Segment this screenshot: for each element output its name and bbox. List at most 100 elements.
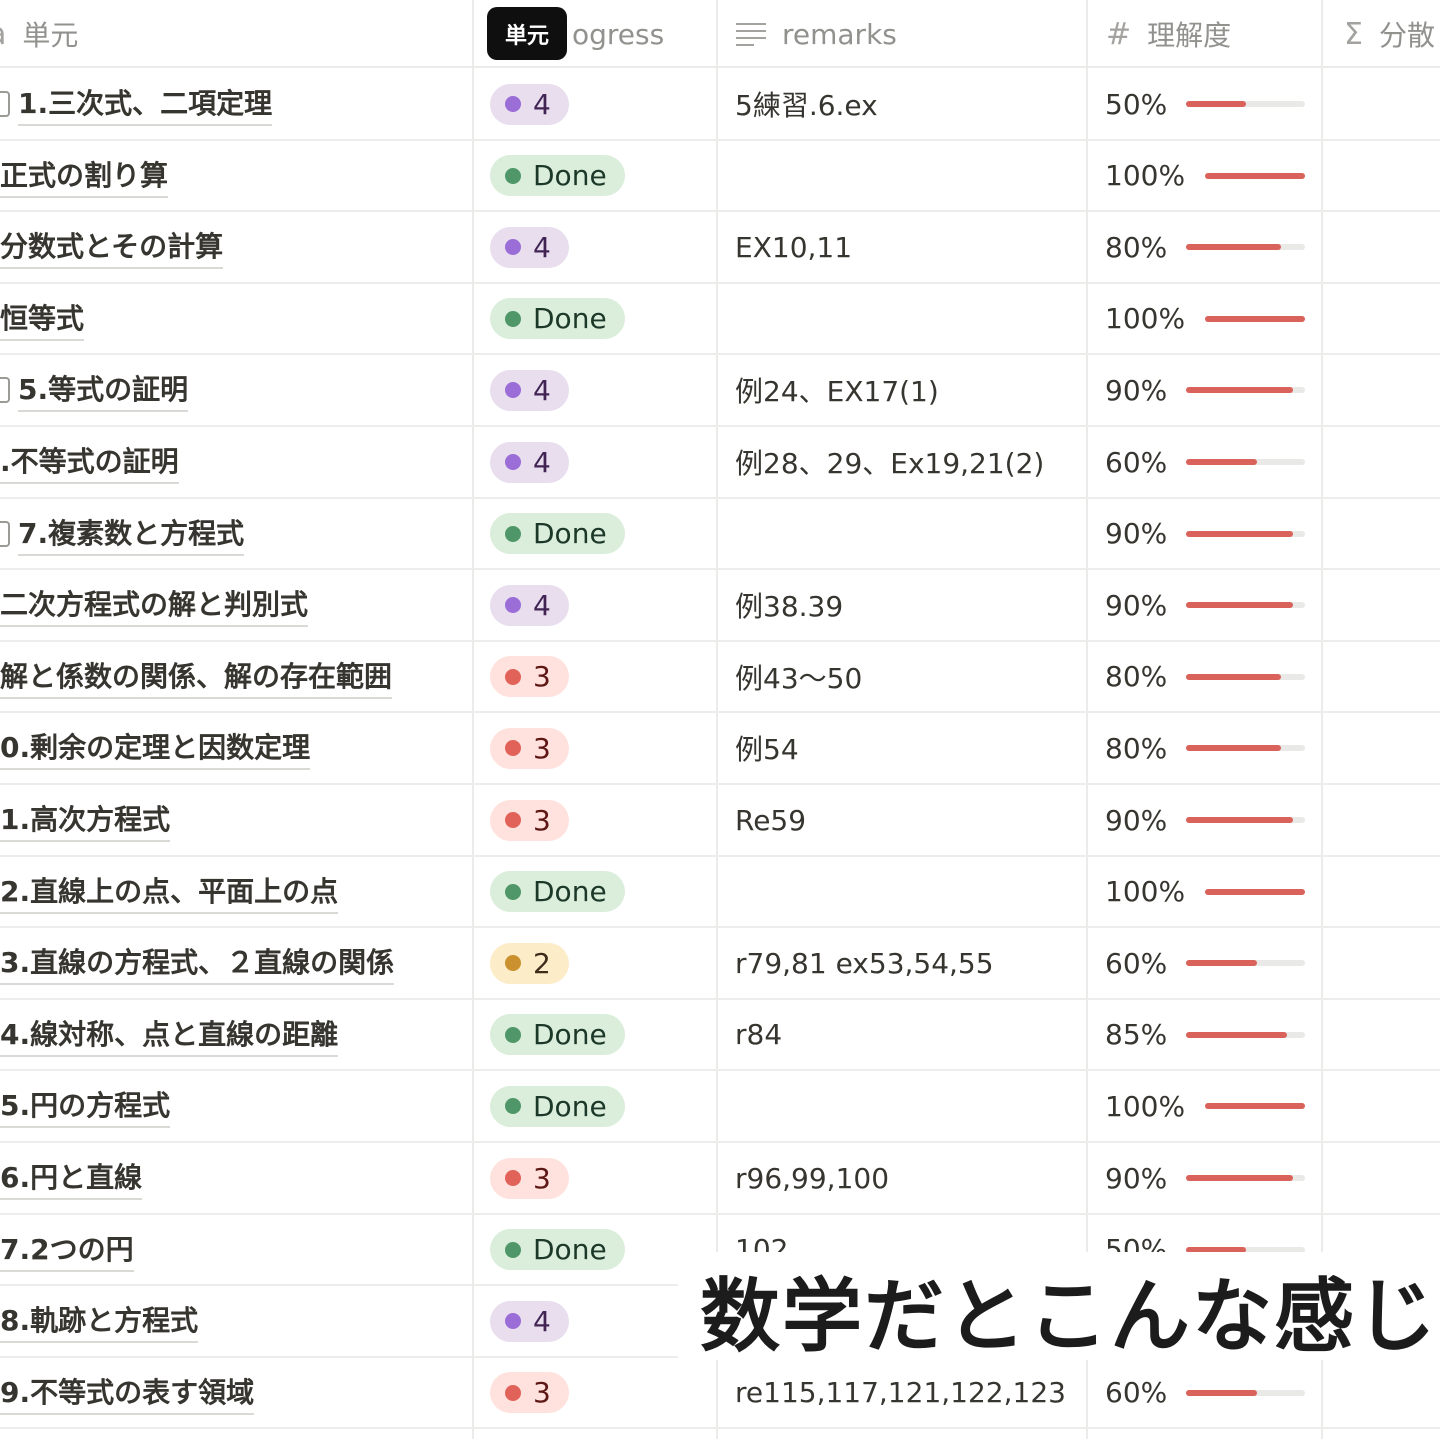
table-row[interactable]: 1.三次式、二項定理 4 5練習.6.ex 50%: [0, 69, 1440, 141]
status-badge[interactable]: Done: [490, 298, 625, 340]
progress-cell[interactable]: 3: [490, 1358, 569, 1428]
progress-cell[interactable]: Done: [490, 857, 625, 927]
remarks-cell[interactable]: 5練習.6.ex: [735, 69, 878, 139]
row-title[interactable]: 7.複素数と方程式: [0, 499, 245, 569]
progress-cell[interactable]: 3: [490, 642, 569, 712]
understanding-cell[interactable]: 90%: [1105, 785, 1315, 855]
understanding-cell[interactable]: 100%: [1105, 284, 1315, 354]
progress-cell[interactable]: Done: [490, 499, 625, 569]
table-row[interactable]: 0.剰余の定理と因数定理 3 例54 80%: [0, 713, 1440, 785]
progress-cell[interactable]: 4: [490, 212, 569, 282]
status-badge[interactable]: 2: [490, 942, 569, 984]
table-row[interactable]: 2.直線上の点、平面上の点 Done 100%: [0, 857, 1440, 929]
status-badge[interactable]: Done: [490, 513, 625, 555]
progress-cell[interactable]: Done: [490, 1215, 625, 1285]
table-row[interactable]: 正式の割り算 Done 100%: [0, 141, 1440, 213]
remarks-cell[interactable]: 例28、29、Ex19,21(2): [735, 427, 1044, 497]
progress-cell[interactable]: 4: [490, 355, 569, 425]
column-header-remarks[interactable]: remarks: [736, 0, 897, 68]
understanding-cell[interactable]: 100%: [1105, 141, 1315, 211]
table-row[interactable]: 解と係数の関係、解の存在範囲 3 例43〜50 80%: [0, 642, 1440, 714]
progress-cell[interactable]: 3: [490, 785, 569, 855]
row-title[interactable]: 3.直線の方程式、２直線の関係: [0, 928, 395, 998]
table-row[interactable]: 1.高次方程式 3 Re59 90%: [0, 785, 1440, 857]
understanding-cell[interactable]: 80%: [1105, 713, 1315, 783]
row-title[interactable]: 二次方程式の解と判別式: [0, 570, 309, 640]
status-badge[interactable]: 4: [490, 226, 569, 268]
progress-cell[interactable]: 4: [490, 570, 569, 640]
row-title[interactable]: 1.高次方程式: [0, 785, 171, 855]
row-title[interactable]: 8.軌跡と方程式: [0, 1286, 199, 1356]
remarks-cell[interactable]: 例54: [735, 713, 799, 783]
status-badge[interactable]: 3: [490, 656, 569, 698]
table-row[interactable]: 恒等式 Done 100%: [0, 284, 1440, 356]
table-row[interactable]: 二次方程式の解と判別式 4 例38.39 90%: [0, 570, 1440, 642]
table-row[interactable]: 3.直線の方程式、２直線の関係 2 r79,81 ex53,54,55 60%: [0, 928, 1440, 1000]
status-badge[interactable]: Done: [490, 155, 625, 197]
understanding-cell[interactable]: 80%: [1105, 212, 1315, 282]
table-row[interactable]: 9.不等式の表す領域 3 re115,117,121,122,123 60%: [0, 1358, 1440, 1430]
progress-cell[interactable]: Done: [490, 1071, 625, 1141]
row-title[interactable]: 5.円の方程式: [0, 1071, 171, 1141]
remarks-cell[interactable]: 例43〜50: [735, 642, 862, 712]
progress-cell[interactable]: 4: [490, 427, 569, 497]
understanding-cell[interactable]: 60%: [1105, 928, 1315, 998]
status-badge[interactable]: 4: [490, 1300, 569, 1342]
row-title[interactable]: 6.円と直線: [0, 1143, 143, 1213]
status-badge[interactable]: Done: [490, 1229, 625, 1271]
table-row[interactable]: 5.円の方程式 Done 100%: [0, 1071, 1440, 1143]
progress-cell[interactable]: 4: [490, 69, 569, 139]
table-row[interactable]: 4.線対称、点と直線の距離 Done r84 85%: [0, 1000, 1440, 1072]
row-title[interactable]: 5.等式の証明: [0, 355, 189, 425]
understanding-cell[interactable]: 50%: [1105, 69, 1315, 139]
status-badge[interactable]: 3: [490, 799, 569, 841]
remarks-cell[interactable]: re115,117,121,122,123: [735, 1358, 1066, 1428]
understanding-cell[interactable]: 90%: [1105, 570, 1315, 640]
row-title[interactable]: 7.2つの円: [0, 1215, 134, 1285]
status-badge[interactable]: Done: [490, 1085, 625, 1127]
status-badge[interactable]: Done: [490, 871, 625, 913]
progress-cell[interactable]: Done: [490, 1000, 625, 1070]
status-badge[interactable]: 4: [490, 441, 569, 483]
status-badge[interactable]: 3: [490, 1157, 569, 1199]
row-title[interactable]: 恒等式: [0, 284, 85, 354]
progress-cell[interactable]: 4: [490, 1286, 569, 1356]
table-row[interactable]: .不等式の証明 4 例28、29、Ex19,21(2) 60%: [0, 427, 1440, 499]
understanding-cell[interactable]: 90%: [1105, 1143, 1315, 1213]
row-title[interactable]: 0.剰余の定理と因数定理: [0, 713, 311, 783]
progress-cell[interactable]: Done: [490, 141, 625, 211]
remarks-cell[interactable]: r79,81 ex53,54,55: [735, 928, 994, 998]
understanding-cell[interactable]: 60%: [1105, 1358, 1315, 1428]
row-title[interactable]: 解と係数の関係、解の存在範囲: [0, 642, 393, 712]
understanding-cell[interactable]: 100%: [1105, 857, 1315, 927]
status-badge[interactable]: 3: [490, 727, 569, 769]
row-title[interactable]: 分数式とその計算: [0, 212, 224, 282]
understanding-cell[interactable]: 60%: [1105, 427, 1315, 497]
progress-cell[interactable]: 2: [490, 928, 569, 998]
status-badge[interactable]: 4: [490, 584, 569, 626]
understanding-cell[interactable]: 80%: [1105, 642, 1315, 712]
understanding-cell[interactable]: 90%: [1105, 355, 1315, 425]
table-row[interactable]: 分数式とその計算 4 EX10,11 80%: [0, 212, 1440, 284]
row-title[interactable]: 2.直線上の点、平面上の点: [0, 857, 339, 927]
table-row[interactable]: 6.円と直線 3 r96,99,100 90%: [0, 1143, 1440, 1215]
status-badge[interactable]: 4: [490, 369, 569, 411]
progress-cell[interactable]: 3: [490, 713, 569, 783]
row-title[interactable]: 正式の割り算: [0, 141, 169, 211]
remarks-cell[interactable]: EX10,11: [735, 212, 852, 282]
progress-cell[interactable]: 3: [490, 1143, 569, 1213]
row-title[interactable]: 4.線対称、点と直線の距離: [0, 1000, 339, 1070]
remarks-cell[interactable]: 例38.39: [735, 570, 843, 640]
table-row[interactable]: 7.複素数と方程式 Done 90%: [0, 499, 1440, 571]
understanding-cell[interactable]: 100%: [1105, 1071, 1315, 1141]
status-badge[interactable]: Done: [490, 1014, 625, 1056]
remarks-cell[interactable]: 例24、EX17(1): [735, 355, 939, 425]
row-title[interactable]: .不等式の証明: [0, 427, 179, 497]
column-header-understanding[interactable]: # 理解度: [1106, 0, 1231, 68]
status-badge[interactable]: 3: [490, 1372, 569, 1414]
remarks-cell[interactable]: r96,99,100: [735, 1143, 889, 1213]
understanding-cell[interactable]: 90%: [1105, 499, 1315, 569]
status-badge[interactable]: 4: [490, 83, 569, 125]
row-title[interactable]: 9.不等式の表す領域: [0, 1358, 255, 1428]
column-header-variance[interactable]: Σ 分散: [1344, 0, 1435, 68]
